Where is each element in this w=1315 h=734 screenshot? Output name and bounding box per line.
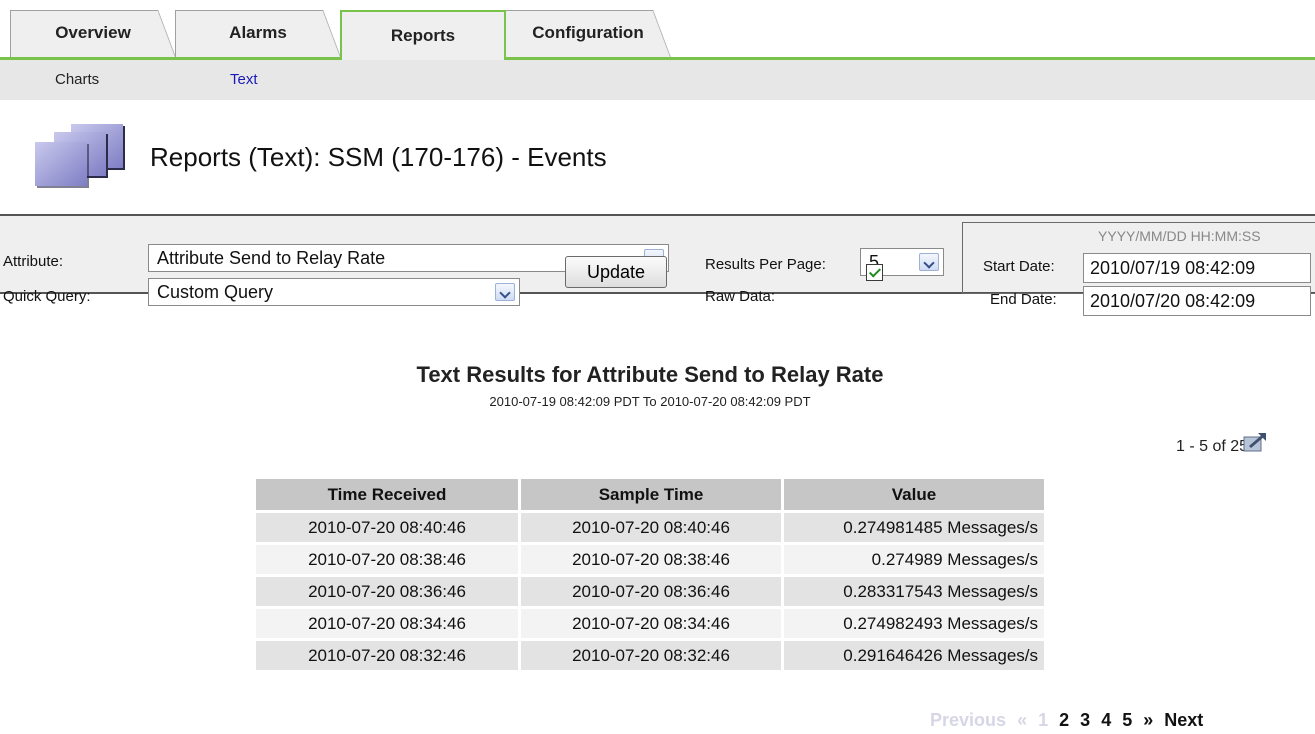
dropdown-arrow-icon — [919, 253, 939, 271]
raw-data-label: Raw Data: — [705, 288, 776, 305]
tab-bar: Overview Alarms Reports Configuration — [0, 0, 1315, 61]
next-link[interactable]: Next — [1164, 710, 1203, 731]
column-header[interactable]: Time Received — [256, 479, 518, 510]
page-link[interactable]: 3 — [1080, 710, 1090, 731]
table-row: 2010-07-20 08:36:46 2010-07-20 08:36:46 … — [256, 577, 1044, 606]
page-link-current: 1 — [1038, 710, 1049, 730]
quick-query-label: Quick Query: — [3, 288, 91, 305]
tab-corner — [323, 10, 341, 58]
table-row: 2010-07-20 08:32:46 2010-07-20 08:32:46 … — [256, 641, 1044, 670]
column-header[interactable]: Sample Time — [521, 479, 781, 510]
sample-time-cell: 2010-07-20 08:34:46 — [521, 609, 781, 638]
attribute-label: Attribute: — [3, 253, 64, 270]
tab-overview-label: Overview — [55, 23, 131, 42]
date-format-hint: YYYY/MM/DD HH:MM:SS — [1098, 228, 1261, 244]
tab-configuration-label: Configuration — [532, 23, 644, 42]
subnav-charts-link[interactable]: Charts — [55, 71, 99, 88]
tab-corner — [158, 10, 176, 58]
attribute-select-value: Attribute Send to Relay Rate — [157, 248, 386, 268]
results-per-page-label: Results Per Page: — [705, 256, 826, 273]
table-row: 2010-07-20 08:34:46 2010-07-20 08:34:46 … — [256, 609, 1044, 638]
page-link[interactable]: 5 — [1122, 710, 1132, 731]
sample-time-cell: 2010-07-20 08:38:46 — [521, 545, 781, 574]
tab-alarms[interactable]: Alarms — [175, 10, 341, 58]
previous-link: Previous — [930, 710, 1007, 730]
dropdown-arrow-icon — [495, 283, 515, 301]
results-table: Time Received Sample Time Value 2010-07-… — [253, 476, 1047, 673]
tab-alarms-label: Alarms — [229, 23, 287, 42]
time-received-cell: 2010-07-20 08:38:46 — [256, 545, 518, 574]
sub-navigation: Charts Text — [0, 60, 1315, 100]
sample-time-cell: 2010-07-20 08:40:46 — [521, 513, 781, 542]
tab-reports[interactable]: Reports — [340, 10, 506, 60]
value-cell: 0.274982493 Messages/s — [784, 609, 1044, 638]
sample-time-cell: 2010-07-20 08:32:46 — [521, 641, 781, 670]
tab-reports-label: Reports — [390, 26, 456, 45]
time-received-cell: 2010-07-20 08:40:46 — [256, 513, 518, 542]
page-link[interactable]: 2 — [1059, 710, 1069, 731]
start-date-input[interactable]: 2010/07/19 08:42:09 — [1083, 253, 1311, 283]
quick-query-select[interactable]: Custom Query — [148, 278, 520, 306]
value-cell: 0.274989 Messages/s — [784, 545, 1044, 574]
report-pages-icon — [35, 124, 125, 188]
update-button[interactable]: Update — [565, 256, 667, 288]
time-received-cell: 2010-07-20 08:36:46 — [256, 577, 518, 606]
results-title: Text Results for Attribute Send to Relay… — [416, 362, 884, 387]
table-header-row: Time Received Sample Time Value — [256, 479, 1044, 510]
value-cell: 0.283317543 Messages/s — [784, 577, 1044, 606]
export-icon[interactable] — [1243, 432, 1267, 452]
end-date-label: End Date: — [990, 291, 1057, 308]
tab-overview[interactable]: Overview — [10, 10, 176, 58]
time-received-cell: 2010-07-20 08:32:46 — [256, 641, 518, 670]
column-header[interactable]: Value — [784, 479, 1044, 510]
tab-corner — [653, 10, 671, 58]
quick-query-select-value: Custom Query — [157, 282, 274, 302]
pagination: Previous « 1 2 3 4 5 » Next — [930, 710, 1209, 734]
start-date-label: Start Date: — [983, 258, 1055, 275]
value-cell: 0.291646426 Messages/s — [784, 641, 1044, 670]
filter-panel: Attribute: Attribute Send to Relay Rate … — [0, 214, 1315, 316]
previous-arrow: « — [1017, 710, 1028, 730]
end-date-input[interactable]: 2010/07/20 08:42:09 — [1083, 286, 1311, 316]
table-row: 2010-07-20 08:40:46 2010-07-20 08:40:46 … — [256, 513, 1044, 542]
next-arrow[interactable]: » — [1143, 710, 1153, 731]
tab-configuration[interactable]: Configuration — [505, 10, 671, 58]
value-cell: 0.274981485 Messages/s — [784, 513, 1044, 542]
sample-time-cell: 2010-07-20 08:36:46 — [521, 577, 781, 606]
table-row: 2010-07-20 08:38:46 2010-07-20 08:38:46 … — [256, 545, 1044, 574]
results-date-range: 2010-07-19 08:42:09 PDT To 2010-07-20 08… — [489, 394, 811, 409]
time-received-cell: 2010-07-20 08:34:46 — [256, 609, 518, 638]
subnav-text-link[interactable]: Text — [230, 71, 258, 88]
page-link[interactable]: 4 — [1101, 710, 1111, 731]
page-title: Reports (Text): SSM (170-176) - Events — [150, 142, 607, 172]
raw-data-checkbox[interactable] — [866, 264, 883, 281]
